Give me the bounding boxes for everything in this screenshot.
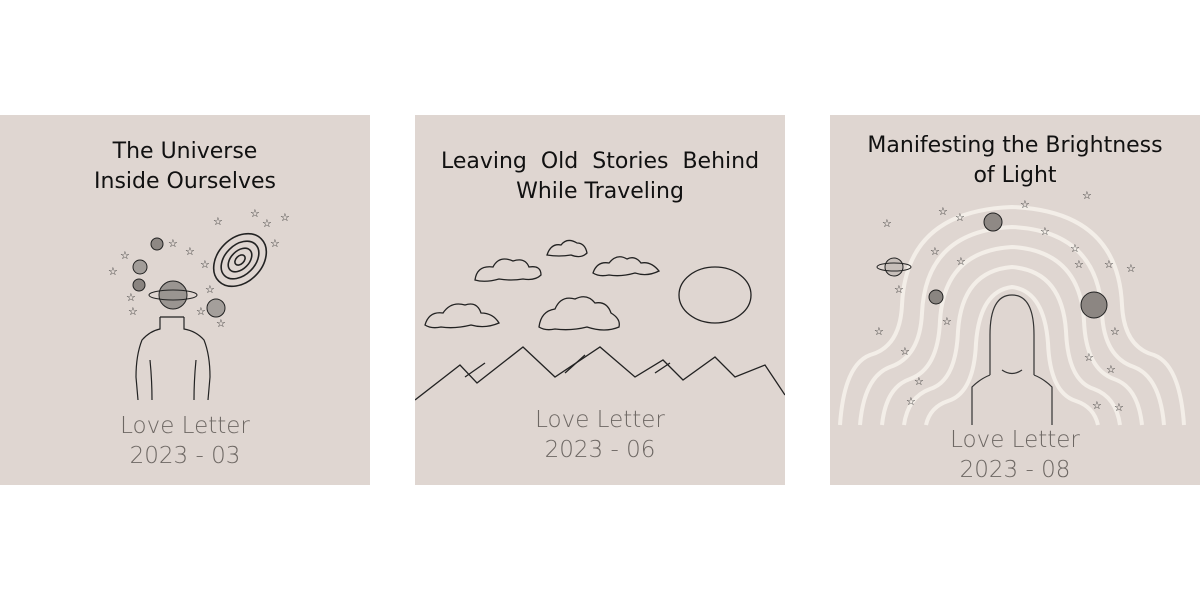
planet-icon (150, 237, 164, 251)
svg-text:☆: ☆ (280, 211, 290, 224)
svg-text:☆: ☆ (1110, 325, 1120, 338)
card-label: Love Letter (950, 427, 1080, 453)
planet-icon (148, 280, 198, 310)
card-title-line: Leaving Old Stories Behind (440, 149, 760, 174)
card-title: Leaving Old Stories Behind While Traveli… (415, 147, 785, 207)
card-title: Manifesting the Brightness of Light (830, 131, 1200, 191)
card-manifesting-brightness-of-light[interactable]: ☆ ☆ ☆ ☆ ☆ ☆ ☆ ☆ ☆ ☆ ☆ ☆ ☆ ☆ ☆ ☆ ☆ ☆ ☆ ☆ … (830, 115, 1200, 485)
card-title-line: Manifesting the Brightness (867, 133, 1163, 158)
svg-text:☆: ☆ (108, 265, 118, 278)
card-label: Love Letter (535, 407, 665, 433)
svg-text:☆: ☆ (120, 249, 130, 262)
svg-text:☆: ☆ (906, 395, 916, 408)
planet-icon (132, 278, 146, 292)
card-title-line: The Universe (112, 139, 258, 164)
svg-text:☆: ☆ (1114, 401, 1124, 414)
svg-text:☆: ☆ (185, 245, 195, 258)
cloud-icon (592, 256, 661, 277)
svg-text:☆: ☆ (128, 305, 138, 318)
card-footer: Love Letter 2023 - 03 (0, 411, 370, 471)
light-rays (838, 204, 1186, 426)
svg-text:☆: ☆ (1070, 242, 1080, 255)
cloud-icon (474, 258, 542, 282)
svg-text:☆: ☆ (1092, 399, 1102, 412)
planet-icon (928, 289, 944, 305)
svg-text:☆: ☆ (1106, 363, 1116, 376)
card-universe-inside-ourselves[interactable]: ☆ ☆ ☆ ☆ ☆ ☆ ☆ ☆ ☆ ☆ ☆ ☆ ☆ ☆ ☆ The Univer… (0, 115, 370, 485)
card-title-line: of Light (973, 163, 1057, 188)
svg-text:☆: ☆ (196, 305, 206, 318)
card-title-line: While Traveling (516, 179, 684, 204)
svg-text:☆: ☆ (205, 283, 215, 296)
person-silhouette-icon (971, 294, 1053, 425)
sun-icon (678, 266, 752, 324)
svg-text:☆: ☆ (1084, 351, 1094, 364)
planet-icon (206, 298, 226, 318)
svg-text:☆: ☆ (1074, 258, 1084, 271)
cloud-icon (424, 303, 500, 329)
svg-text:☆: ☆ (1040, 225, 1050, 238)
svg-text:☆: ☆ (1126, 262, 1136, 275)
svg-text:☆: ☆ (270, 237, 280, 250)
svg-text:☆: ☆ (1020, 198, 1030, 211)
svg-text:☆: ☆ (942, 315, 952, 328)
cloud-icon (538, 296, 620, 331)
svg-text:☆: ☆ (216, 317, 226, 330)
card-title: The Universe Inside Ourselves (0, 137, 370, 197)
card-title-line: Inside Ourselves (94, 169, 276, 194)
svg-text:☆: ☆ (894, 283, 904, 296)
svg-text:☆: ☆ (262, 217, 272, 230)
card-label: Love Letter (120, 413, 250, 439)
svg-text:☆: ☆ (874, 325, 884, 338)
svg-text:☆: ☆ (955, 211, 965, 224)
planet-icon (983, 212, 1003, 232)
card-date: 2023 - 06 (544, 437, 656, 463)
svg-text:☆: ☆ (200, 258, 210, 271)
svg-text:☆: ☆ (956, 255, 966, 268)
svg-text:☆: ☆ (213, 215, 223, 228)
svg-text:☆: ☆ (250, 207, 260, 220)
svg-text:☆: ☆ (126, 291, 136, 304)
svg-text:☆: ☆ (900, 345, 910, 358)
svg-text:☆: ☆ (930, 245, 940, 258)
svg-text:☆: ☆ (914, 375, 924, 388)
planet-icon (132, 259, 148, 275)
card-footer: Love Letter 2023 - 06 (415, 405, 785, 465)
person-silhouette-icon (135, 316, 211, 401)
card-footer: Love Letter 2023 - 08 (830, 425, 1200, 485)
svg-text:☆: ☆ (168, 237, 178, 250)
svg-text:☆: ☆ (938, 205, 948, 218)
planet-icon (1080, 291, 1108, 319)
card-leaving-old-stories-behind[interactable]: Leaving Old Stories Behind While Traveli… (415, 115, 785, 485)
card-date: 2023 - 03 (129, 443, 241, 469)
svg-text:☆: ☆ (1104, 258, 1114, 271)
card-date: 2023 - 08 (959, 457, 1071, 483)
svg-text:☆: ☆ (882, 217, 892, 230)
cloud-icon (546, 239, 588, 258)
